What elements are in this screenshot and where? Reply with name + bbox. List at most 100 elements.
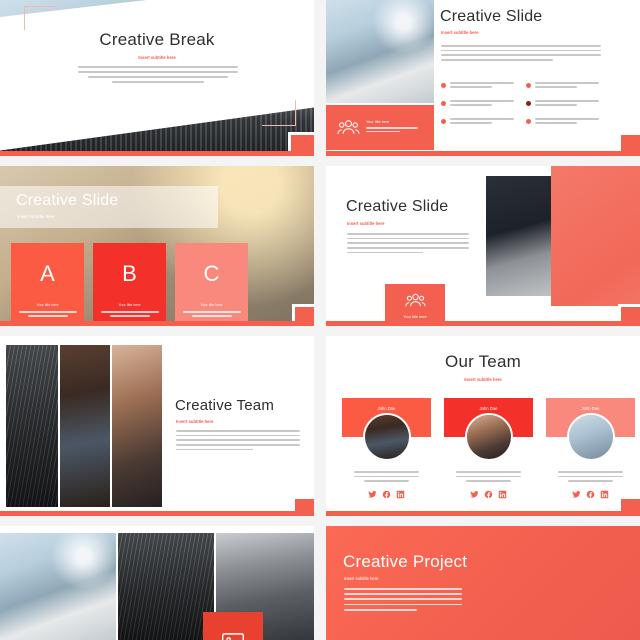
bullet-item[interactable] bbox=[525, 117, 602, 126]
facebook-icon[interactable] bbox=[586, 490, 595, 499]
slide6-title: Our Team bbox=[445, 352, 521, 371]
member-social-links bbox=[444, 490, 533, 499]
linkedin-icon[interactable] bbox=[396, 490, 405, 499]
facebook-icon[interactable] bbox=[484, 490, 493, 499]
slide6-bottom-bar bbox=[326, 511, 640, 516]
slide3-bottom-bar bbox=[0, 321, 314, 326]
slide-creative-team[interactable]: Creative Team Insert subtitle here bbox=[0, 336, 314, 516]
abc-card-a[interactable]: A Your title here bbox=[11, 243, 84, 321]
bullet-item[interactable] bbox=[525, 99, 602, 108]
slide3-card-row: A Your title here B Your title here C Yo… bbox=[11, 243, 248, 321]
slide2-cta-lines bbox=[366, 127, 418, 133]
slide1-title: Creative Break bbox=[99, 30, 215, 49]
slide4-title: Creative Slide bbox=[346, 198, 449, 215]
slide5-photo-woman bbox=[112, 345, 162, 507]
bullet-dot-icon bbox=[525, 100, 531, 106]
slide8-title: Creative Project bbox=[343, 552, 468, 571]
slide2-paragraph bbox=[441, 45, 601, 64]
bullet-text bbox=[450, 82, 514, 90]
bullet-dot-icon bbox=[441, 100, 446, 106]
slide-creative-slide-abc[interactable]: Creative Slide Insert subtitle here A Yo… bbox=[0, 166, 314, 326]
team-member-card[interactable]: John Doe bbox=[546, 398, 635, 499]
slide4-subtitle: Insert subtitle here bbox=[347, 221, 385, 226]
slide2-cta-block[interactable]: Your title here bbox=[326, 105, 434, 150]
team-member-card[interactable]: John Doe bbox=[444, 398, 533, 499]
slide5-photo-man bbox=[60, 345, 110, 507]
slide1-subtitle: Insert subtitle here bbox=[138, 55, 176, 60]
member-bio bbox=[456, 471, 521, 482]
corner-bracket-top-left bbox=[24, 6, 56, 30]
slide2-subtitle: Insert subtitle here bbox=[441, 30, 479, 35]
bullet-text bbox=[534, 82, 599, 90]
slide1-bottom-bar bbox=[0, 151, 314, 156]
bullet-item[interactable] bbox=[441, 82, 517, 90]
bullet-dot-icon bbox=[525, 83, 531, 88]
slide-our-team[interactable]: Our Team Insert subtitle here John Doe J… bbox=[326, 336, 640, 516]
linkedin-icon[interactable] bbox=[600, 490, 609, 499]
slide-image-collage[interactable] bbox=[0, 526, 314, 640]
avatar bbox=[566, 413, 615, 461]
slide-creative-slide-coffee[interactable]: Creative Slide Insert subtitle here Your… bbox=[326, 166, 640, 326]
abc-card-c[interactable]: C Your title here bbox=[175, 243, 248, 321]
member-bio bbox=[558, 471, 623, 482]
slide6-member-row: John Doe John Doe John Doe bbox=[342, 398, 635, 499]
slide5-photo-building bbox=[6, 345, 58, 507]
bullet-dot-icon bbox=[441, 118, 446, 124]
abc-card-title: Your title here bbox=[118, 303, 141, 307]
abc-card-title: Your title here bbox=[36, 303, 59, 307]
bullet-text bbox=[450, 99, 514, 108]
image-placeholder-icon bbox=[222, 633, 244, 640]
slide4-cta-block[interactable]: Your title here bbox=[385, 284, 445, 326]
abc-card-letter: B bbox=[122, 261, 137, 286]
people-icon bbox=[404, 290, 426, 311]
team-member-card[interactable]: John Doe bbox=[342, 398, 431, 499]
abc-card-letter: A bbox=[40, 261, 55, 286]
slide-creative-slide-bullets[interactable]: Creative Slide Insert subtitle here Your… bbox=[326, 0, 640, 156]
member-bio bbox=[354, 471, 419, 482]
slide7-image-placeholder[interactable] bbox=[203, 612, 263, 640]
avatar bbox=[362, 413, 411, 461]
bullet-text bbox=[534, 117, 599, 126]
slide4-paragraph bbox=[347, 233, 469, 256]
slide2-photo bbox=[326, 0, 434, 103]
bullet-text bbox=[534, 99, 599, 108]
slide3-title: Creative Slide bbox=[16, 192, 119, 209]
slide5-title: Creative Team bbox=[175, 397, 275, 414]
slide7-photo-desk bbox=[0, 533, 116, 640]
abc-card-letter: C bbox=[203, 261, 220, 286]
bullet-text bbox=[450, 117, 514, 126]
slide6-subtitle: Insert subtitle here bbox=[464, 377, 502, 382]
abc-card-lines bbox=[182, 311, 241, 317]
slide5-bottom-bar bbox=[0, 511, 314, 516]
bullet-item[interactable] bbox=[525, 82, 602, 90]
slide4-photo-tinted bbox=[551, 166, 640, 306]
slide3-subtitle: Insert subtitle here bbox=[17, 214, 55, 219]
slide2-title: Creative Slide bbox=[440, 8, 543, 25]
linkedin-icon[interactable] bbox=[498, 490, 507, 499]
slide-deck-preview: Creative Break Insert subtitle here Crea… bbox=[0, 0, 640, 640]
bullet-item[interactable] bbox=[441, 99, 517, 108]
slide5-subtitle: Insert subtitle here bbox=[176, 419, 214, 424]
slide1-paragraph bbox=[78, 66, 238, 86]
bullet-dot-icon bbox=[525, 118, 531, 124]
abc-card-b[interactable]: B Your title here bbox=[93, 243, 166, 321]
slide8-subtitle: Insert subtitle here bbox=[344, 576, 379, 581]
slide8-paragraph bbox=[344, 588, 462, 614]
slide4-cta-title: Your title here bbox=[403, 315, 427, 319]
twitter-icon[interactable] bbox=[470, 490, 479, 499]
twitter-icon[interactable] bbox=[572, 490, 581, 499]
corner-bracket-bottom-right bbox=[262, 100, 296, 126]
slide-creative-break[interactable]: Creative Break Insert subtitle here bbox=[0, 0, 314, 156]
facebook-icon[interactable] bbox=[382, 490, 391, 499]
bullet-item[interactable] bbox=[441, 117, 517, 126]
bullet-dot-icon bbox=[441, 83, 446, 88]
slide2-cta-text: Your title here bbox=[366, 120, 418, 134]
twitter-icon[interactable] bbox=[368, 490, 377, 499]
slide7-photo-building bbox=[118, 533, 214, 640]
people-icon bbox=[337, 116, 360, 139]
slide-creative-project[interactable]: Creative Project Insert subtitle here bbox=[326, 526, 640, 640]
abc-card-lines bbox=[100, 311, 159, 317]
abc-card-lines bbox=[18, 311, 77, 317]
slide5-paragraph bbox=[176, 430, 300, 453]
slide2-cta-title: Your title here bbox=[366, 120, 390, 125]
